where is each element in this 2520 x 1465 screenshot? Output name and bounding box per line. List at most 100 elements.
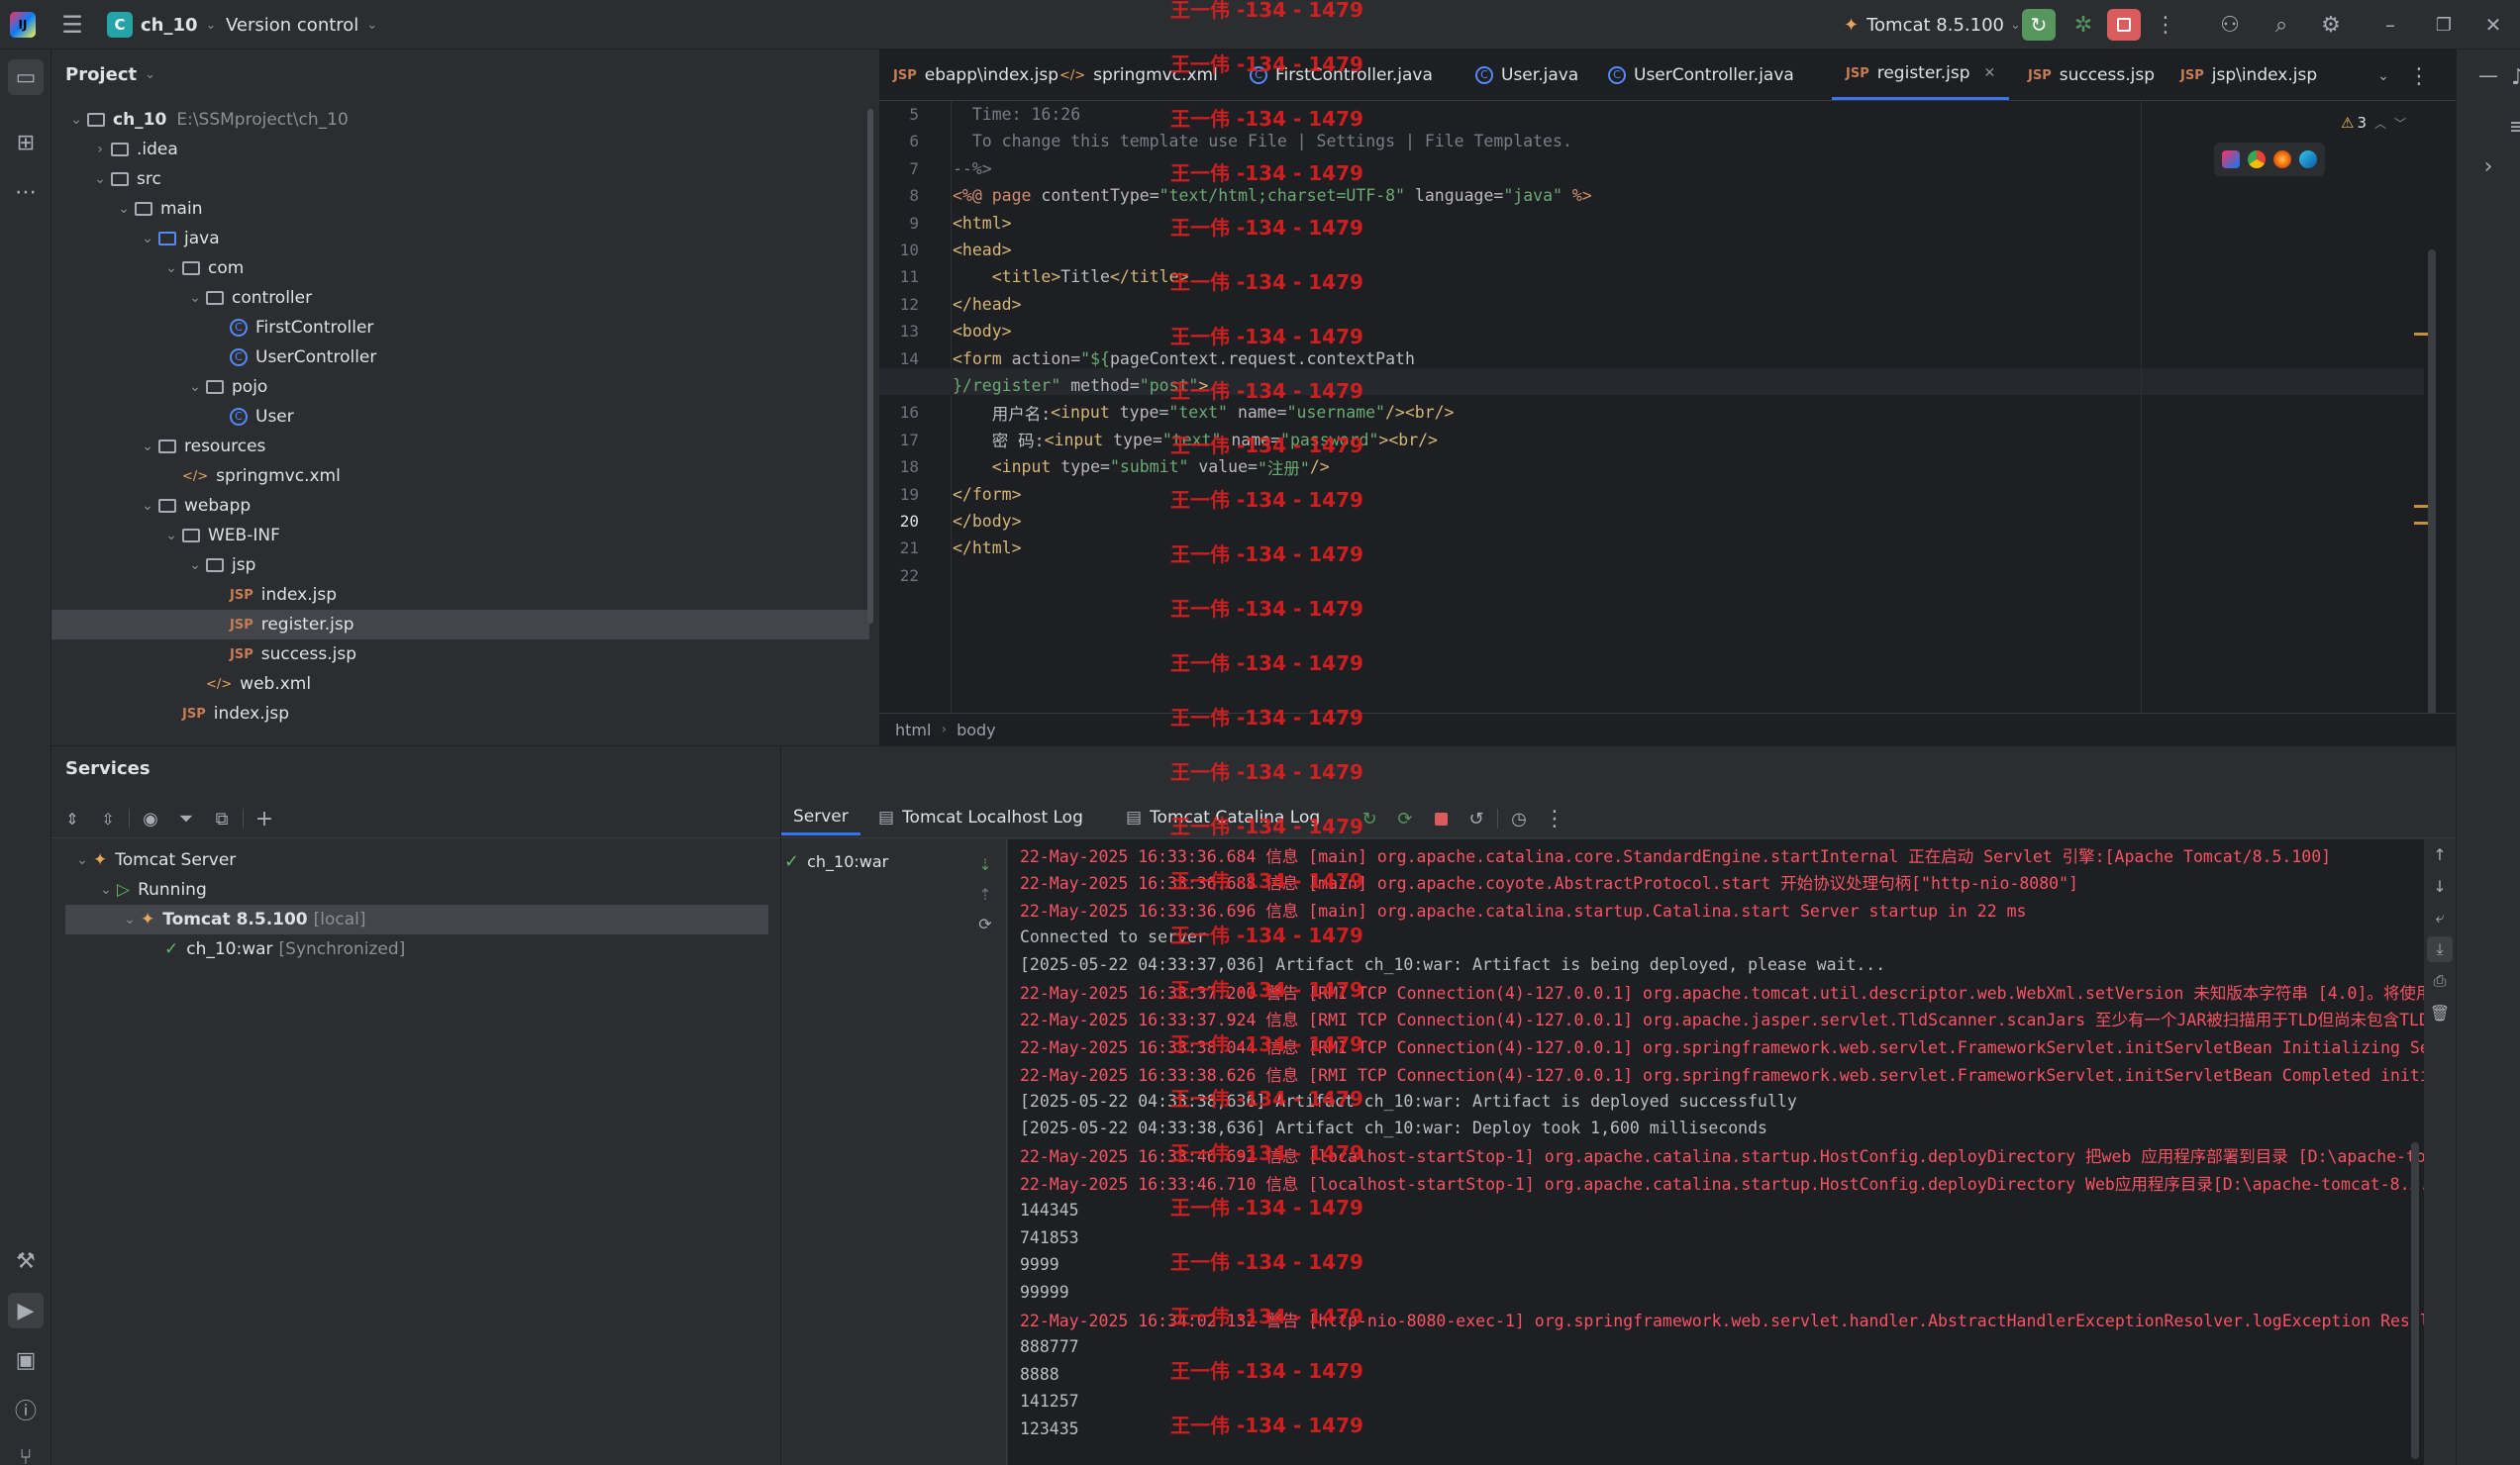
- service-tree-item[interactable]: ⌄ ✦ Tomcat 8.5.100 [local]: [65, 905, 768, 934]
- redeploy-icon[interactable]: ⟳: [1390, 804, 1420, 833]
- tree-item-firstcontroller[interactable]: C FirstController: [51, 313, 869, 342]
- notifications-icon[interactable]: ♪: [2506, 59, 2520, 95]
- stop-icon[interactable]: [2107, 9, 2141, 41]
- undeploy-icon[interactable]: ⇡: [972, 881, 998, 907]
- collapse-icon[interactable]: —: [2470, 57, 2506, 93]
- warning-marker[interactable]: [2414, 505, 2428, 508]
- tree-item-index-jsp[interactable]: JSP index.jsp: [51, 699, 869, 729]
- main-menu-icon[interactable]: ☰: [57, 10, 87, 40]
- more-tabs-icon[interactable]: ⋮: [2404, 61, 2434, 91]
- refresh-icon[interactable]: ⟳: [972, 911, 998, 936]
- soft-wrap-icon[interactable]: ⤶: [2427, 905, 2453, 930]
- git-icon[interactable]: ⑂: [8, 1439, 44, 1465]
- chevron-down-icon[interactable]: ⌄: [137, 231, 158, 246]
- add-icon[interactable]: +: [250, 804, 279, 833]
- tree-item-controller[interactable]: ⌄ controller: [51, 283, 869, 313]
- more-actions-icon[interactable]: ⋮: [1540, 804, 1569, 833]
- print-icon[interactable]: ⎙: [2427, 968, 2453, 994]
- trash-icon[interactable]: 🗑: [2427, 1000, 2453, 1026]
- editor-tab[interactable]: JSP ebapp\index.jsp: [879, 49, 1072, 100]
- terminal-icon[interactable]: ▣: [8, 1342, 44, 1378]
- project-folder-icon[interactable]: ▭: [8, 59, 44, 95]
- chevron-down-icon[interactable]: ⌄: [137, 498, 158, 514]
- console-output[interactable]: 22-May-2025 16:33:36.684 信息 [main] org.a…: [1008, 839, 2424, 1465]
- intellij-browser-icon[interactable]: [2222, 150, 2240, 168]
- tree-item-resources[interactable]: ⌄ resources: [51, 432, 869, 461]
- add-user-icon[interactable]: ⚇: [2214, 9, 2246, 41]
- breadcrumb-body[interactable]: body: [957, 721, 996, 739]
- chevron-right-icon[interactable]: ›: [89, 142, 111, 157]
- code-text[interactable]: Time: 16:26 To change this template use …: [953, 101, 2418, 725]
- chevron-down-icon[interactable]: ⌄: [89, 171, 111, 187]
- tree-item-usercontroller[interactable]: C UserController: [51, 342, 869, 372]
- editor-tab[interactable]: C UserController.java: [1594, 49, 1808, 100]
- problems-icon[interactable]: ⓘ: [8, 1392, 44, 1427]
- code-area[interactable]: 5678910111213141516171819202122 Time: 16…: [879, 101, 2456, 725]
- chrome-icon[interactable]: [2248, 150, 2266, 168]
- editor-tab[interactable]: </> springmvc.xml: [1046, 49, 1232, 100]
- warning-marker[interactable]: [2414, 522, 2428, 525]
- project-scrollbar[interactable]: [867, 109, 873, 624]
- chevron-down-icon[interactable]: ⌄: [95, 882, 117, 898]
- eye-icon[interactable]: ◉: [136, 804, 165, 833]
- project-panel-header[interactable]: Project ⌄: [65, 59, 155, 89]
- tab-catalina-log[interactable]: ▤ Tomcat Catalina Log: [1114, 800, 1332, 835]
- chevron-right-icon[interactable]: ›: [2470, 148, 2506, 184]
- tree-item-user[interactable]: C User: [51, 402, 869, 432]
- editor-tab[interactable]: C User.java: [1462, 49, 1592, 100]
- tab-localhost-log[interactable]: ▤ Tomcat Localhost Log: [866, 800, 1095, 835]
- project-switcher[interactable]: C ch_10 ⌄: [107, 10, 216, 40]
- edge-icon[interactable]: [2299, 150, 2317, 168]
- console-scrollbar[interactable]: [2411, 1142, 2419, 1459]
- chevron-down-icon[interactable]: ⌄: [137, 439, 158, 454]
- update-app-icon[interactable]: ↻: [1355, 804, 1384, 833]
- tree-item-register-jsp[interactable]: JSP register.jsp: [51, 610, 869, 639]
- vcs-widget[interactable]: Version control ⌄: [226, 10, 377, 40]
- tree-item-index-jsp[interactable]: JSP index.jsp: [51, 580, 869, 610]
- run-config-selector[interactable]: ✦ Tomcat 8.5.100 ⌄: [1844, 10, 2021, 40]
- tree-item-java[interactable]: ⌄ java: [51, 224, 869, 253]
- tree-item-ch-10[interactable]: ⌄ ch_10 E:\SSMproject\ch_10: [51, 105, 869, 135]
- stop-icon[interactable]: [1426, 804, 1456, 833]
- minimize-icon[interactable]: –: [2372, 9, 2408, 41]
- tree-item-com[interactable]: ⌄ com: [51, 253, 869, 283]
- arrow-down-icon[interactable]: ↓: [2427, 873, 2453, 899]
- chevron-down-icon[interactable]: ⌄: [71, 852, 93, 868]
- tree-item-web-inf[interactable]: ⌄ WEB-INF: [51, 521, 869, 550]
- warning-marker[interactable]: [2414, 333, 2428, 336]
- chevron-down-icon[interactable]: ⌄: [184, 557, 206, 573]
- chevron-down-icon[interactable]: ⌄: [65, 112, 87, 128]
- breadcrumb-html[interactable]: html: [895, 721, 931, 739]
- deploy-icon[interactable]: ⇣: [972, 851, 998, 877]
- tree-item-success-jsp[interactable]: JSP success.jsp: [51, 639, 869, 669]
- more-tools-icon[interactable]: ⋯: [8, 174, 44, 210]
- open-browser-icon[interactable]: ◷: [1504, 804, 1534, 833]
- editor-scrollbar[interactable]: [2428, 249, 2436, 725]
- tree-item-src[interactable]: ⌄ src: [51, 164, 869, 194]
- editor-tab[interactable]: C FirstController.java: [1236, 49, 1447, 100]
- tree-item--idea[interactable]: › .idea: [51, 135, 869, 164]
- scroll-to-end-icon[interactable]: ⤓: [2427, 936, 2453, 962]
- chevron-down-icon[interactable]: ⌄: [2369, 61, 2398, 91]
- more-actions-icon[interactable]: ⋮: [2151, 9, 2180, 41]
- tree-item-web-xml[interactable]: </> web.xml: [51, 669, 869, 699]
- editor-tab[interactable]: JSP register.jsp ✕: [1832, 49, 2010, 100]
- expand-all-icon[interactable]: ⇕: [57, 804, 87, 833]
- restore-icon[interactable]: ❐: [2426, 9, 2462, 41]
- tree-item-webapp[interactable]: ⌄ webapp: [51, 491, 869, 521]
- debug-icon[interactable]: ✲: [2067, 9, 2099, 41]
- service-tree-item[interactable]: ⌄ ▷ Running: [65, 875, 768, 905]
- service-tree-item[interactable]: ✓ ch_10:war [Synchronized]: [65, 934, 768, 964]
- chevron-down-icon[interactable]: ⌄: [184, 290, 206, 306]
- filter-icon[interactable]: ⏷: [171, 804, 201, 833]
- structure-icon[interactable]: ⊞: [8, 125, 44, 160]
- database-icon[interactable]: ≡: [2506, 109, 2520, 145]
- chevron-down-icon[interactable]: ⌄: [113, 201, 135, 217]
- tree-item-jsp[interactable]: ⌄ jsp: [51, 550, 869, 580]
- services-icon[interactable]: ▶: [8, 1293, 44, 1328]
- tree-item-main[interactable]: ⌄ main: [51, 194, 869, 224]
- close-tab-icon[interactable]: ✕: [1984, 65, 1996, 81]
- collapse-all-icon[interactable]: ⇳: [93, 804, 123, 833]
- service-tree-item[interactable]: ⌄ ✦ Tomcat Server: [65, 845, 768, 875]
- editor-tab[interactable]: JSP jsp\index.jsp: [2167, 49, 2331, 100]
